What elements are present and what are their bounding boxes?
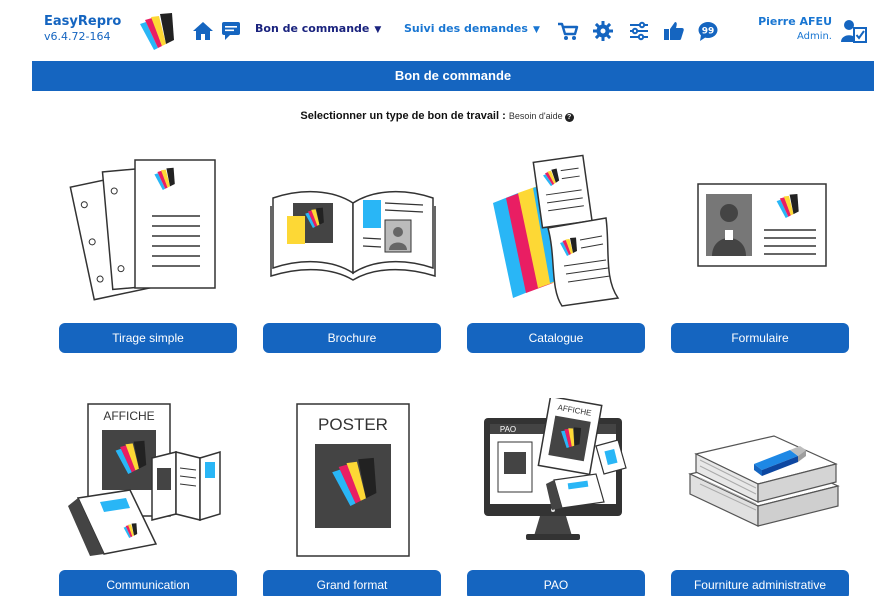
requests-menu-label: Suivi des demandes xyxy=(404,22,528,35)
order-menu[interactable]: Bon de commande ▼ xyxy=(255,22,381,35)
top-navigation-bar: EasyRepro v6.4.72-164 Bon de commande ▼ S… xyxy=(0,0,874,60)
grand-format-button[interactable]: Grand format xyxy=(263,570,441,596)
tirage-simple-button[interactable]: Tirage simple xyxy=(59,323,237,353)
fourniture-administrative-button[interactable]: Fourniture administrative xyxy=(671,570,849,596)
chevron-down-icon: ▼ xyxy=(532,25,540,35)
user-name: Pierre AFEU xyxy=(758,15,832,28)
help-label: Besoin d'aide xyxy=(508,111,563,121)
communication-button[interactable]: Communication xyxy=(59,570,237,596)
cart-icon[interactable] xyxy=(557,20,579,42)
grand-format-poster-text: POSTER xyxy=(318,415,388,434)
requests-menu[interactable]: Suivi des demandes ▼ xyxy=(404,22,540,35)
help-link[interactable]: Besoin d'aide? xyxy=(508,111,574,122)
easyrepro-logo-icon[interactable] xyxy=(136,10,180,54)
user-settings-icon[interactable] xyxy=(840,18,868,44)
svg-text:99: 99 xyxy=(702,27,715,37)
user-role: Admin. xyxy=(796,31,832,42)
brochure-button[interactable]: Brochure xyxy=(263,323,441,353)
formulaire-button[interactable]: Formulaire xyxy=(671,323,849,353)
sliders-icon[interactable] xyxy=(628,20,650,42)
question-icon: ? xyxy=(564,113,574,122)
home-icon[interactable] xyxy=(192,20,214,42)
user-info[interactable]: Pierre AFEU Admin. xyxy=(758,14,832,44)
grand-format-illustration[interactable]: POSTER xyxy=(263,398,443,558)
formulaire-illustration[interactable] xyxy=(674,148,854,308)
communication-illustration[interactable]: AFFICHE xyxy=(60,398,240,558)
chat-icon[interactable] xyxy=(220,20,242,42)
app-name: EasyRepro xyxy=(44,14,122,29)
prompt-text: Selectionner un type de bon de travail : xyxy=(300,110,506,122)
brand[interactable]: EasyRepro v6.4.72-164 xyxy=(44,14,121,44)
speech-bubble-icon[interactable]: 99 xyxy=(697,20,719,42)
order-menu-label: Bon de commande xyxy=(255,22,370,35)
page-title: Bon de commande xyxy=(32,61,874,91)
page-prompt: Selectionner un type de bon de travail :… xyxy=(0,110,874,122)
app-version: v6.4.72-164 xyxy=(44,30,111,43)
communication-poster-text: AFFICHE xyxy=(103,409,154,423)
gear-icon[interactable] xyxy=(592,20,614,42)
catalogue-illustration[interactable] xyxy=(478,148,658,308)
pao-illustration[interactable]: PAO AFFICHE xyxy=(478,398,658,558)
pao-screen-text: PAO xyxy=(500,425,516,434)
fourniture-illustration[interactable] xyxy=(674,398,854,558)
pao-button[interactable]: PAO xyxy=(467,570,645,596)
tirage-simple-illustration[interactable] xyxy=(60,148,240,308)
thumbs-up-icon[interactable] xyxy=(663,20,685,42)
chevron-down-icon: ▼ xyxy=(374,25,382,35)
catalogue-button[interactable]: Catalogue xyxy=(467,323,645,353)
brochure-illustration[interactable] xyxy=(263,148,443,308)
